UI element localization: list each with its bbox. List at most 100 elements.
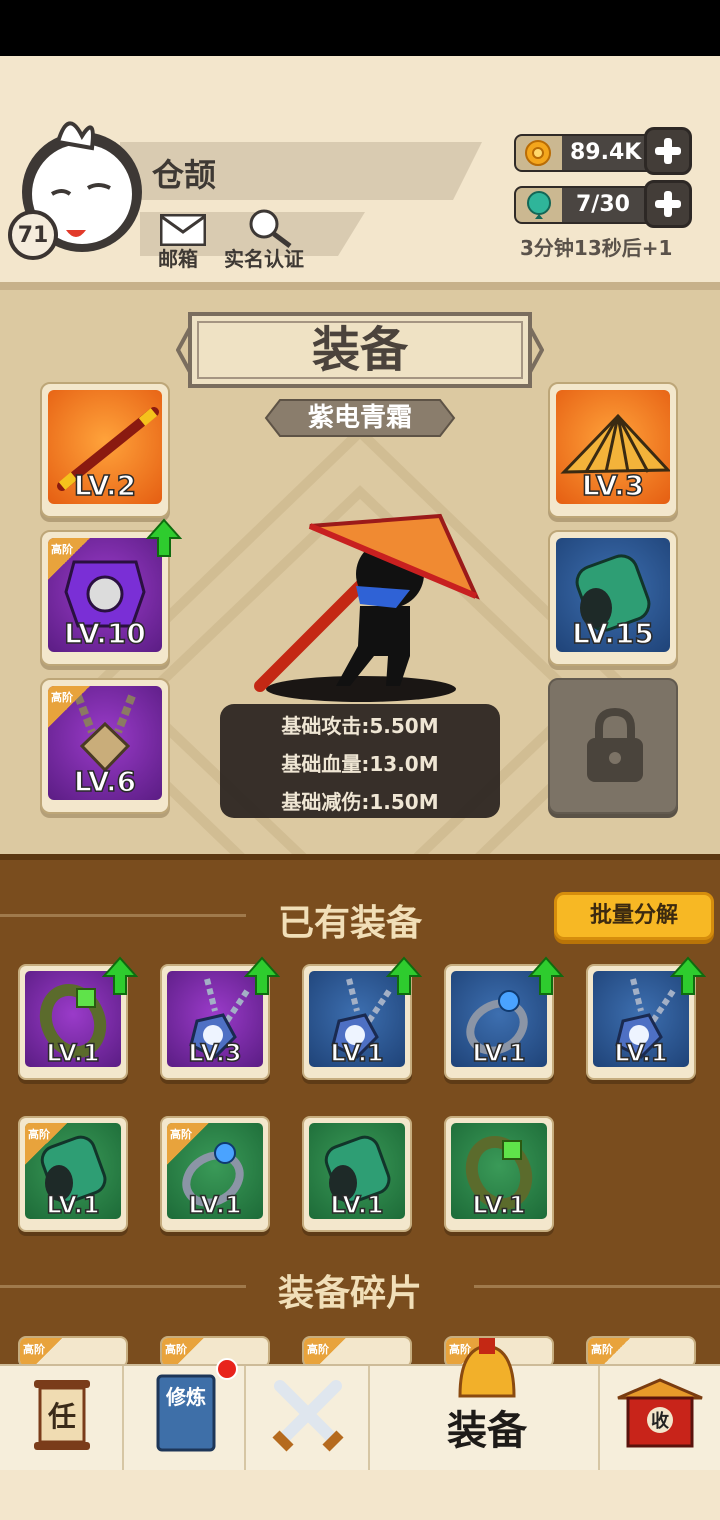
tier-tag: 高阶	[167, 1123, 209, 1165]
gem-icon-cell	[516, 188, 562, 222]
item-level: LV.1	[472, 1038, 527, 1067]
stat-defense: 基础减伤:1.50M	[281, 790, 439, 814]
item-level: LV.1	[46, 1190, 101, 1219]
plus-icon	[655, 138, 681, 164]
item-level: LV.1	[330, 1038, 385, 1067]
inventory-item[interactable]: 高阶 LV.1	[18, 1116, 128, 1232]
tier-label: 高阶	[23, 1343, 45, 1356]
player-level-badge: 71	[8, 210, 58, 260]
item-background: 高阶 LV.1	[25, 1123, 121, 1219]
mail-icon[interactable]	[160, 214, 206, 246]
inventory-item[interactable]: LV.1	[586, 956, 706, 1080]
inventory-item[interactable]: LV.1	[444, 1116, 554, 1232]
upgrade-arrow-icon	[528, 956, 564, 995]
item-level: LV.1	[188, 1190, 243, 1219]
section-line-left	[0, 914, 246, 917]
tier-label: 高阶	[28, 1128, 50, 1141]
batch-dismantle-button[interactable]: 批量分解	[554, 892, 714, 940]
bottom-nav: 任 修炼 收	[0, 1338, 720, 1470]
lock-icon	[587, 708, 643, 782]
magnifier-icon[interactable]	[246, 208, 294, 248]
page-title: 装备	[311, 322, 408, 378]
gem-icon	[527, 191, 551, 219]
scroll-icon: 任	[34, 1380, 90, 1450]
item-background: LV.1	[451, 1123, 547, 1219]
slot-level: LV.6	[73, 764, 137, 799]
panel-divider	[0, 282, 720, 290]
item-background: LV.1	[309, 1123, 405, 1219]
cultivate-label: 修炼	[165, 1385, 206, 1409]
slot-level: LV.3	[581, 468, 645, 503]
coin-icon-cell	[516, 136, 562, 170]
item-level: LV.1	[472, 1190, 527, 1219]
crossed-swords-icon	[272, 1380, 344, 1452]
helmet-icon	[458, 1338, 516, 1398]
tier-tag: 高阶	[48, 538, 90, 580]
slot-background: LV.15	[556, 538, 670, 652]
inventory-item[interactable]: LV.1	[302, 1116, 412, 1232]
coin-value: 89.4K	[570, 140, 642, 165]
inventory-item[interactable]: LV.1	[444, 956, 564, 1080]
nav-equipment-label[interactable]: 装备	[447, 1398, 527, 1456]
set-name: 紫电青霜	[307, 403, 412, 433]
locked-slot[interactable]	[548, 678, 678, 814]
upgrade-arrow-icon	[670, 956, 706, 995]
inventory-item[interactable]: 高阶 LV.1	[160, 1116, 270, 1232]
slot-level: LV.10	[63, 616, 146, 651]
tier-label: 高阶	[165, 1343, 187, 1356]
quest-label: 任	[47, 1400, 76, 1433]
equip-slot-weapon[interactable]: LV.2	[40, 382, 170, 518]
upgrade-arrow-icon	[146, 518, 182, 557]
item-level: LV.1	[46, 1038, 101, 1067]
mail-label[interactable]: 邮箱	[158, 243, 198, 272]
item-level: LV.1	[614, 1038, 669, 1067]
slot-level: LV.2	[73, 468, 137, 503]
slot-background: LV.2	[48, 390, 162, 504]
gem-value: 7/30	[576, 192, 630, 217]
nav-quest[interactable]: 任	[0, 1366, 124, 1470]
item-level: LV.3	[188, 1038, 243, 1067]
verify-label[interactable]: 实名认证	[224, 243, 304, 272]
plus-icon	[655, 191, 681, 217]
tier-tag: 高阶	[25, 1123, 67, 1165]
bottom-strip	[0, 1470, 720, 1520]
shop-label: 收	[651, 1410, 669, 1432]
slot-level: LV.15	[571, 616, 654, 651]
upgrade-arrow-icon	[386, 956, 422, 995]
stat-attack: 基础攻击:5.50M	[281, 714, 439, 738]
owned-section-title: 已有装备	[278, 903, 423, 944]
player-name: 仓颉	[152, 156, 217, 194]
inventory-item[interactable]: LV.3	[160, 956, 280, 1080]
item-background: 高阶 LV.1	[167, 1123, 263, 1219]
slot-background: LV.3	[556, 390, 670, 504]
add-coins-button[interactable]	[644, 127, 692, 175]
inventory-item[interactable]: LV.1	[18, 956, 138, 1080]
nav-battle[interactable]	[246, 1366, 370, 1470]
energy-regen-timer: 3分钟13秒后+1	[520, 236, 673, 260]
shop-icon: 收	[617, 1378, 703, 1448]
nav-shop[interactable]: 收	[600, 1366, 720, 1470]
equip-slot-necklace[interactable]: 高阶 LV.6	[40, 678, 170, 814]
add-gems-button[interactable]	[644, 180, 692, 228]
stats-panel: 基础攻击:5.50M 基础血量:13.0M 基础减伤:1.50M	[220, 704, 500, 818]
tier-label: 高阶	[51, 543, 73, 556]
tier-label: 高阶	[51, 691, 73, 704]
upgrade-arrow-icon	[102, 956, 138, 995]
item-level: LV.1	[330, 1190, 385, 1219]
tier-label: 高阶	[307, 1343, 329, 1356]
tier-label: 高阶	[170, 1128, 192, 1141]
nav-cultivate[interactable]: 修炼	[124, 1358, 246, 1470]
inventory-item[interactable]: LV.1	[302, 956, 422, 1080]
coin-icon	[525, 140, 551, 166]
section-line-left	[0, 1285, 246, 1288]
equip-slot-armor[interactable]: 高阶 LV.10	[40, 518, 182, 666]
equip-slot-hat[interactable]: LV.3	[548, 382, 678, 518]
equip-slot-bracer[interactable]: LV.15	[548, 530, 678, 666]
slot-background: 高阶 LV.6	[48, 686, 162, 800]
fragments-section-title: 装备碎片	[278, 1273, 423, 1314]
upgrade-arrow-icon	[244, 956, 280, 995]
status-bar	[0, 0, 720, 56]
tier-tag: 高阶	[48, 686, 90, 728]
book-icon: 修炼	[156, 1374, 216, 1452]
slot-background: 高阶 LV.10	[48, 538, 162, 652]
